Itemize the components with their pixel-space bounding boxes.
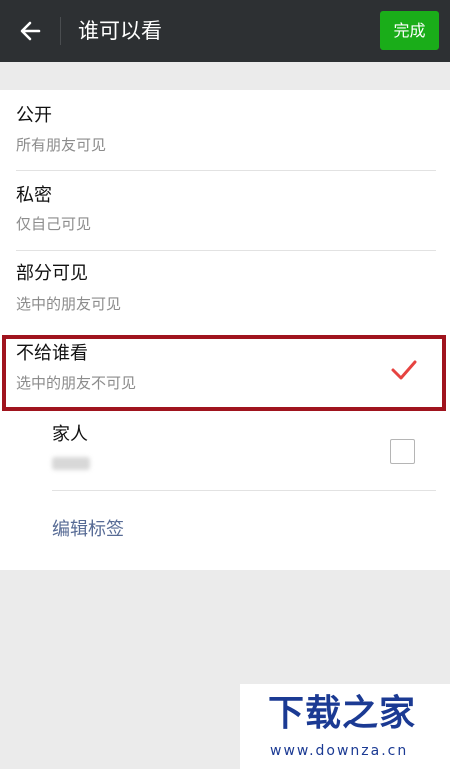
option-title: 部分可见 [16, 263, 88, 284]
title-divider [60, 17, 61, 45]
page-title: 谁可以看 [78, 19, 162, 43]
option-title: 私密 [16, 185, 52, 206]
top-navigation-bar: 谁可以看 完成 [0, 0, 450, 62]
option-description: 仅自己可见 [16, 215, 92, 233]
highlight-frame [2, 335, 446, 411]
option-title: 公开 [16, 105, 52, 126]
option-private[interactable]: 私密 仅自己可见 [0, 170, 450, 250]
option-partially-visible[interactable]: 部分可见 选中的朋友可见 [0, 250, 450, 330]
done-button[interactable]: 完成 [380, 11, 439, 50]
back-button[interactable] [14, 14, 48, 48]
option-description: 选中的朋友可见 [16, 295, 122, 313]
watermark: 下载之家 www.downza.cn [240, 684, 450, 769]
watermark-brand: 下载之家 [268, 693, 417, 734]
divider [52, 490, 436, 491]
option-public[interactable]: 公开 所有朋友可见 [0, 90, 450, 170]
option-description: 所有朋友可见 [16, 136, 107, 154]
blurred-member-names [52, 457, 90, 470]
checkmark-icon [391, 360, 417, 380]
tag-name: 家人 [52, 424, 88, 445]
visibility-options-list: 公开 所有朋友可见 私密 仅自己可见 部分可见 选中的朋友可见 不给谁看 选中的… [0, 90, 450, 570]
tag-checkbox[interactable] [390, 439, 415, 464]
watermark-url: www.downza.cn [270, 743, 409, 759]
arrow-left-icon [20, 21, 41, 41]
edit-tags-link[interactable]: 编辑标签 [52, 518, 124, 542]
